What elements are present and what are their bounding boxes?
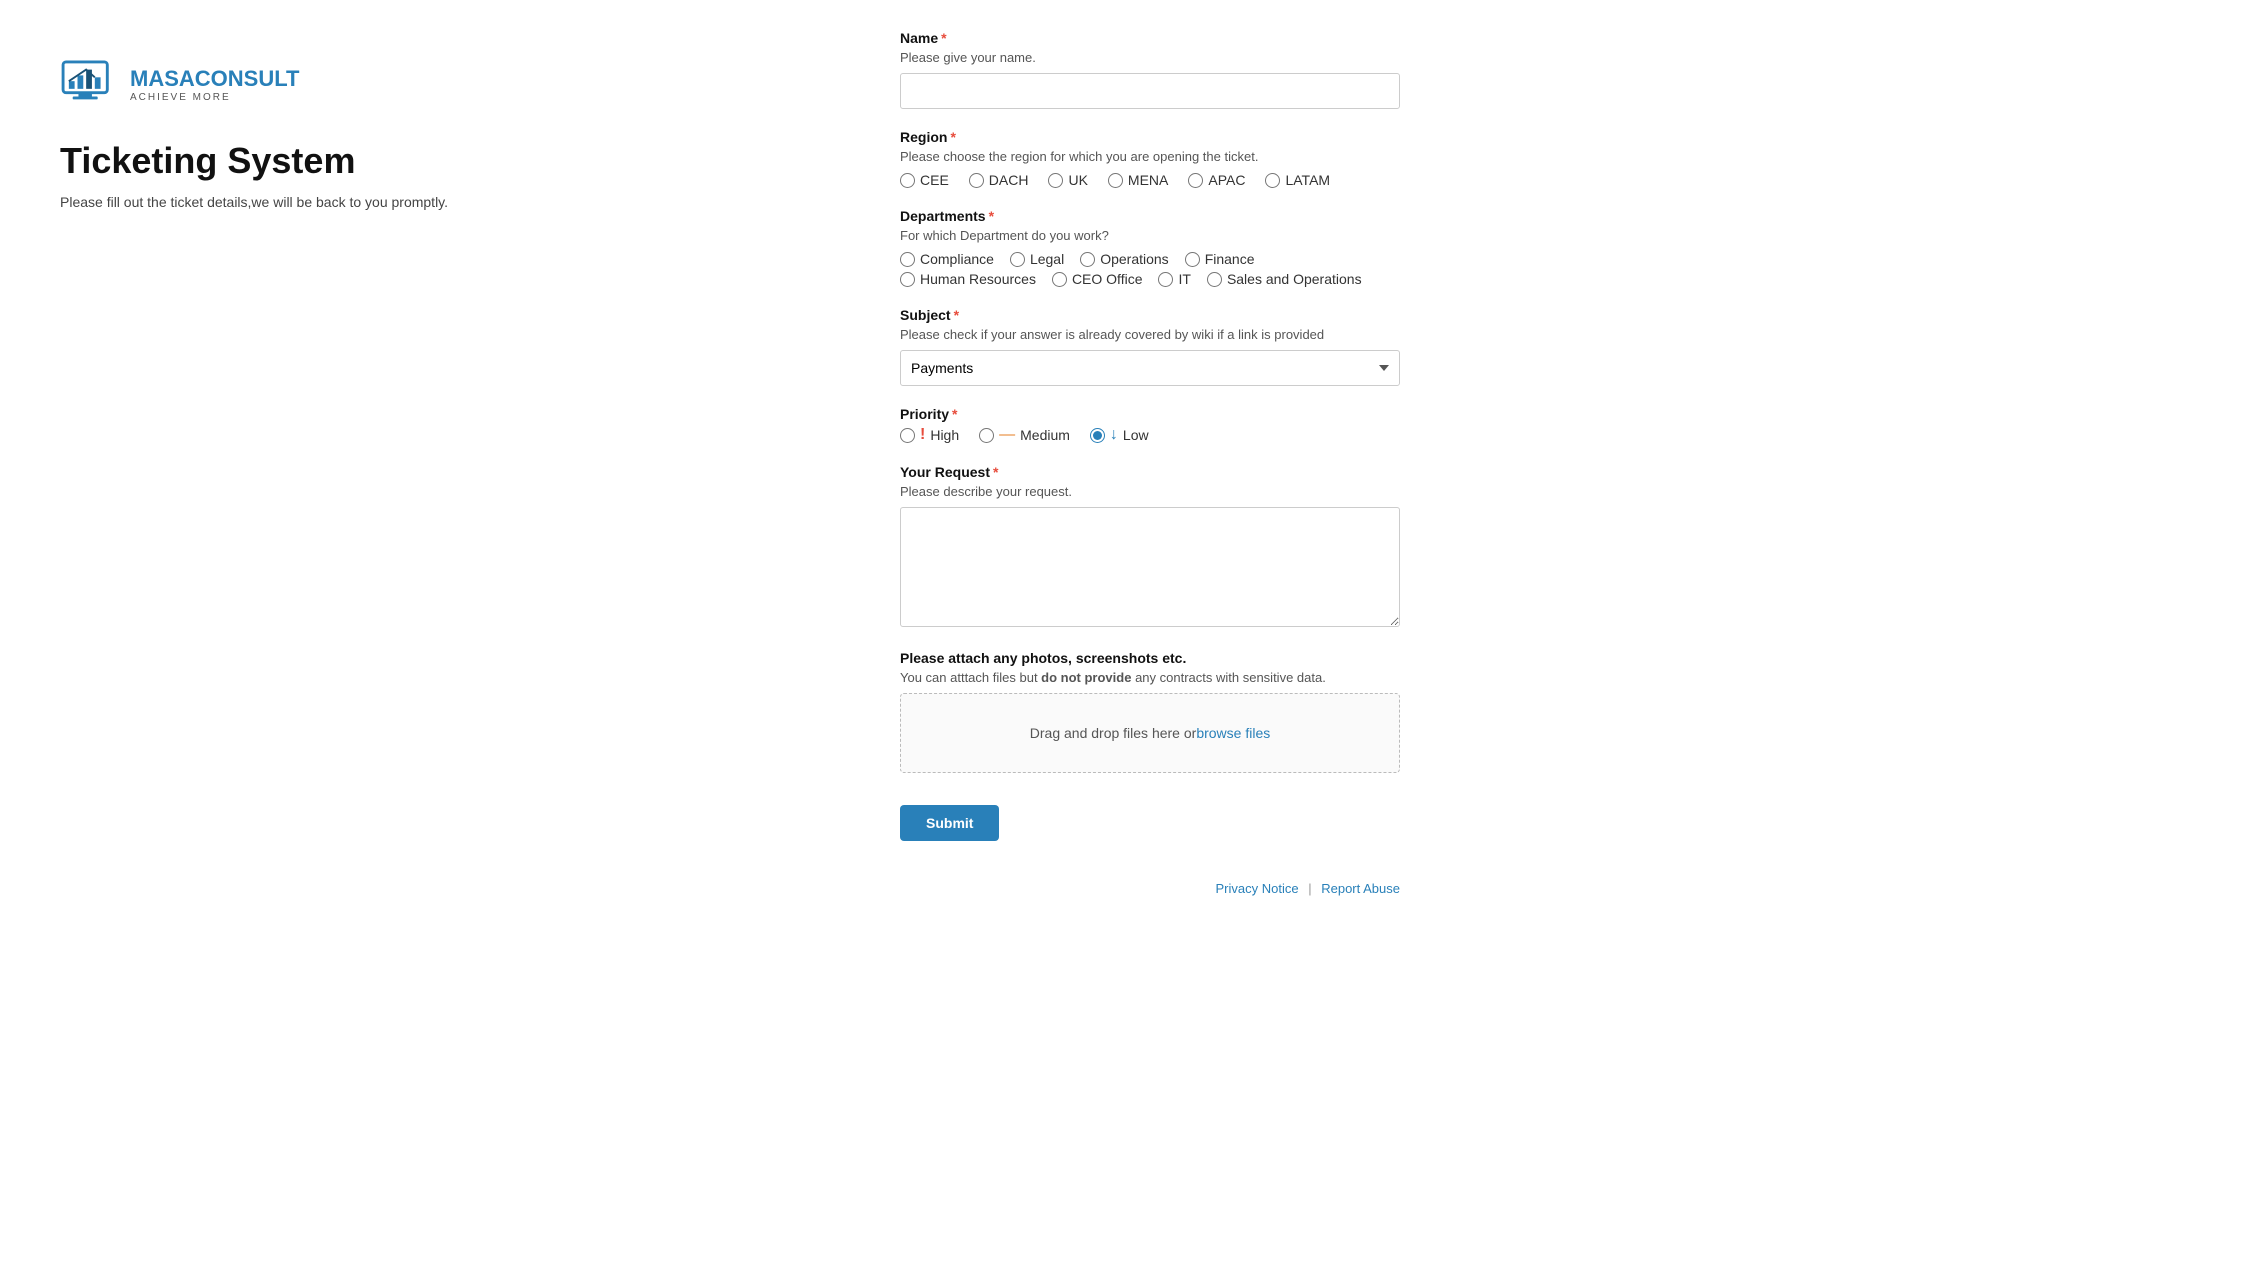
logo-tagline: ACHIEVE MORE xyxy=(130,92,299,103)
logo-icon xyxy=(60,60,120,110)
region-option-mena[interactable]: MENA xyxy=(1108,172,1168,188)
request-hint: Please describe your request. xyxy=(900,484,2172,499)
logo-area: MASACONSULT ACHIEVE MORE xyxy=(60,60,780,110)
priority-low[interactable]: ↓ Low xyxy=(1090,426,1149,444)
departments-hint: For which Department do you work? xyxy=(900,228,2172,243)
right-panel: Name* Please give your name. Region* Ple… xyxy=(840,0,2252,1272)
priority-high[interactable]: ! High xyxy=(900,426,959,444)
departments-section: Departments* For which Department do you… xyxy=(900,208,2172,287)
low-icon: ↓ xyxy=(1110,426,1118,444)
dept-legal[interactable]: Legal xyxy=(1010,251,1064,267)
dept-finance[interactable]: Finance xyxy=(1185,251,1255,267)
dept-compliance[interactable]: Compliance xyxy=(900,251,994,267)
high-icon: ! xyxy=(920,426,925,444)
departments-row2: Human Resources CEO Office IT Sales and … xyxy=(900,271,2172,287)
file-drop-zone[interactable]: Drag and drop files here or browse files xyxy=(900,693,1400,773)
name-section: Name* Please give your name. xyxy=(900,30,2172,109)
region-section: Region* Please choose the region for whi… xyxy=(900,129,2172,188)
departments-row1: Compliance Legal Operations Finance xyxy=(900,251,2172,267)
region-option-dach[interactable]: DACH xyxy=(969,172,1029,188)
dept-hr[interactable]: Human Resources xyxy=(900,271,1036,287)
medium-icon: — xyxy=(999,426,1015,444)
subject-label: Subject* xyxy=(900,307,2172,323)
request-textarea[interactable] xyxy=(900,507,1400,627)
privacy-notice-link[interactable]: Privacy Notice xyxy=(1216,881,1299,896)
region-radio-group: CEE DACH UK MENA APAC xyxy=(900,172,2172,188)
name-label: Name* xyxy=(900,30,2172,46)
priority-section: Priority* ! High — Medium ↓ Low xyxy=(900,406,2172,444)
drop-text: Drag and drop files here or xyxy=(1030,725,1197,741)
footer: Privacy Notice | Report Abuse xyxy=(900,881,1400,896)
dept-it[interactable]: IT xyxy=(1158,271,1190,287)
dept-operations[interactable]: Operations xyxy=(1080,251,1168,267)
request-label: Your Request* xyxy=(900,464,2172,480)
subject-select[interactable]: Payments General Inquiry Technical Suppo… xyxy=(900,350,1400,386)
attach-section: Please attach any photos, screenshots et… xyxy=(900,650,2172,773)
region-option-cee[interactable]: CEE xyxy=(900,172,949,188)
browse-files-link[interactable]: browse files xyxy=(1196,725,1270,741)
region-option-latam[interactable]: LATAM xyxy=(1265,172,1330,188)
page-title: Ticketing System xyxy=(60,140,780,182)
submit-button[interactable]: Submit xyxy=(900,805,999,841)
priority-radio-group: ! High — Medium ↓ Low xyxy=(900,426,2172,444)
region-hint: Please choose the region for which you a… xyxy=(900,149,2172,164)
region-option-uk[interactable]: UK xyxy=(1048,172,1087,188)
logo-brand: MASACONSULT xyxy=(130,67,299,91)
report-abuse-link[interactable]: Report Abuse xyxy=(1321,881,1400,896)
footer-separator: | xyxy=(1308,881,1311,896)
dept-sales-ops[interactable]: Sales and Operations xyxy=(1207,271,1362,287)
attach-hint: You can atttach files but do not provide… xyxy=(900,670,2172,685)
subject-section: Subject* Please check if your answer is … xyxy=(900,307,2172,386)
left-panel: MASACONSULT ACHIEVE MORE Ticketing Syste… xyxy=(0,0,840,1272)
name-hint: Please give your name. xyxy=(900,50,2172,65)
region-option-apac[interactable]: APAC xyxy=(1188,172,1245,188)
page-subtitle: Please fill out the ticket details,we wi… xyxy=(60,194,780,210)
request-section: Your Request* Please describe your reque… xyxy=(900,464,2172,630)
priority-medium[interactable]: — Medium xyxy=(979,426,1070,444)
attach-label: Please attach any photos, screenshots et… xyxy=(900,650,2172,666)
priority-label: Priority* xyxy=(900,406,2172,422)
name-input[interactable] xyxy=(900,73,1400,109)
departments-label: Departments* xyxy=(900,208,2172,224)
dept-ceo[interactable]: CEO Office xyxy=(1052,271,1143,287)
logo-text-area: MASACONSULT ACHIEVE MORE xyxy=(130,67,299,102)
region-label: Region* xyxy=(900,129,2172,145)
subject-hint: Please check if your answer is already c… xyxy=(900,327,2172,342)
